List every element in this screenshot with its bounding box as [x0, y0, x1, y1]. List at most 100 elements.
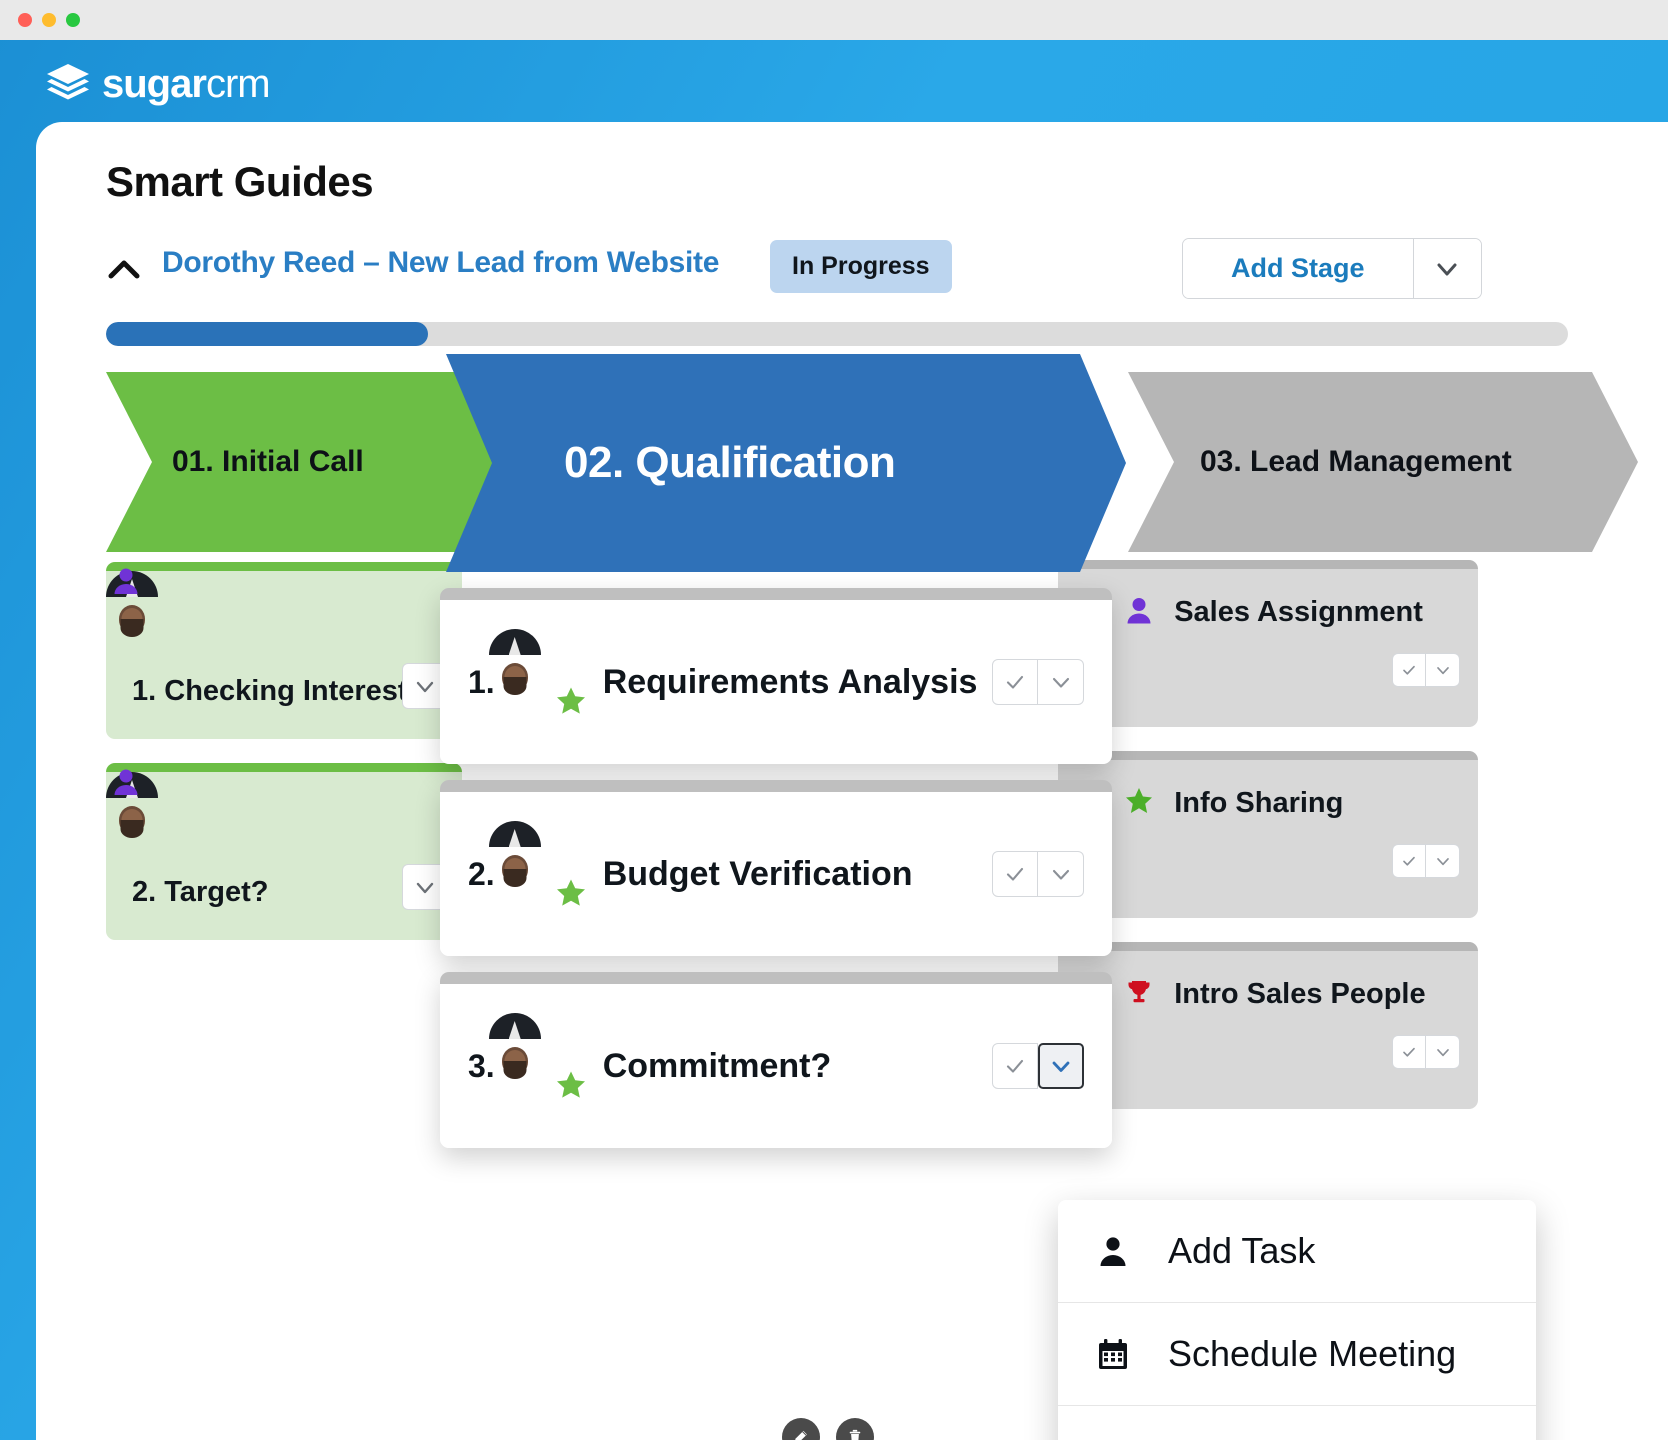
task-card[interactable]: 3. Commitment? [440, 972, 1112, 1148]
window-minimize-button[interactable] [42, 13, 56, 27]
check-icon[interactable] [992, 1043, 1038, 1089]
chevron-down-icon[interactable] [1038, 851, 1084, 897]
check-icon[interactable] [992, 659, 1038, 705]
star-icon [1124, 786, 1154, 821]
star-badge-icon [555, 685, 587, 717]
task-card[interactable]: 3. Intro Sales People [1058, 942, 1478, 1109]
check-icon[interactable] [1392, 1035, 1426, 1069]
check-icon[interactable] [1392, 653, 1426, 687]
task-title: Info Sharing [1174, 787, 1344, 819]
stage-chevron-lead-management[interactable]: 03. Lead Management [1128, 372, 1638, 552]
card-accent-bar [1058, 942, 1478, 951]
check-icon[interactable] [992, 851, 1038, 897]
card-body: 2. Target? [106, 769, 462, 940]
guide-header-row: Dorothy Reed – New Lead from Website In … [106, 238, 1586, 306]
card-accent-bar [1058, 751, 1478, 760]
task-header: 1. Sales Assignment [1080, 595, 1423, 630]
card-accent-bar [440, 588, 1112, 600]
chevron-down-icon[interactable] [1426, 1035, 1460, 1069]
add-stage-button[interactable]: Add Stage [1183, 239, 1413, 298]
chevron-down-icon-active[interactable] [1038, 1043, 1084, 1089]
task-header: 3. Intro Sales People [1080, 977, 1426, 1012]
stage-strip: 01. Initial Call 02. Qualification 03. L… [106, 372, 1606, 552]
card-action-buttons [782, 1418, 874, 1440]
task-card[interactable]: 1. Requirements Analysis [440, 588, 1112, 764]
task-card[interactable]: 2. Budget Verification [440, 780, 1112, 956]
task-title: Intro Sales People [1174, 978, 1426, 1010]
card-body: 2. Budget Verification [440, 792, 1112, 956]
brand-name-bold: sugar [102, 62, 207, 106]
chevron-down-icon[interactable] [1412, 239, 1481, 298]
calendar-icon [1092, 1333, 1134, 1375]
trash-icon[interactable] [836, 1418, 874, 1440]
stage-label: 01. Initial Call [172, 445, 364, 478]
task-number: 1. [468, 663, 495, 700]
menu-item-schedule-call[interactable]: Schedule Call [1058, 1406, 1536, 1440]
chevron-up-icon[interactable] [106, 254, 142, 286]
star-badge-icon [555, 877, 587, 909]
avatar [488, 1013, 585, 1098]
stage-chevron-qualification[interactable]: 02. Qualification [446, 354, 1126, 572]
card-accent-bar [1058, 560, 1478, 569]
avatar [488, 629, 585, 714]
task-title: 1. Checking Interest [132, 675, 408, 707]
stage-label: 02. Qualification [564, 438, 896, 487]
card-accent-bar [440, 972, 1112, 984]
window-close-button[interactable] [18, 13, 32, 27]
menu-item-label: Schedule Meeting [1168, 1333, 1457, 1374]
page-title: Smart Guides [106, 158, 374, 205]
menu-item-schedule-meeting[interactable]: Schedule Meeting [1058, 1303, 1536, 1406]
task-context-menu: Add Task Schedule Meeting [1058, 1200, 1536, 1440]
stage-chevron-initial-call[interactable]: 01. Initial Call [106, 372, 506, 552]
task-title: Commitment? [602, 1046, 832, 1085]
person-badge-icon [111, 565, 141, 595]
task-title: Requirements Analysis [602, 662, 978, 701]
chevron-down-icon[interactable] [1426, 653, 1460, 687]
card-body: 2. Info Sharing [1058, 760, 1478, 918]
star-badge-icon [555, 1069, 587, 1101]
brand-name: sugarcrm [102, 62, 271, 106]
check-icon[interactable] [1392, 844, 1426, 878]
chevron-down-icon[interactable] [1038, 659, 1084, 705]
app-window: sugarcrm Smart Guides Dorothy Reed – New… [0, 0, 1668, 1440]
window-titlebar [0, 0, 1668, 40]
card-accent-bar [440, 780, 1112, 792]
card-body: 1. Requirements Analysis [440, 600, 1112, 764]
card-body: 1. Checking Interest [106, 568, 462, 739]
brand-name-light: crm [205, 62, 271, 106]
task-actions [1392, 653, 1460, 687]
task-card[interactable]: 1. Checking Interest [106, 562, 462, 739]
window-zoom-button[interactable] [66, 13, 80, 27]
stage-label: 03. Lead Management [1200, 445, 1512, 478]
card-accent-bar [106, 763, 462, 772]
avatar [488, 821, 585, 906]
stacked-layers-icon [46, 63, 90, 105]
task-actions [992, 659, 1084, 705]
person-icon [1124, 595, 1154, 630]
person-badge-icon [111, 766, 141, 796]
guide-name-link[interactable]: Dorothy Reed – New Lead from Website [162, 246, 719, 280]
task-actions [992, 851, 1084, 897]
task-title: 2. Target? [132, 876, 269, 908]
person-icon [1092, 1230, 1134, 1272]
task-actions [992, 1043, 1084, 1089]
task-number: 3. [468, 1047, 495, 1084]
card-body: 3. Intro Sales People [1058, 951, 1478, 1109]
task-header: 2. Info Sharing [1080, 786, 1343, 821]
task-title: Sales Assignment [1174, 596, 1423, 628]
menu-item-add-task[interactable]: Add Task [1058, 1200, 1536, 1303]
phone-icon [1092, 1436, 1134, 1440]
card-accent-bar [106, 562, 462, 571]
task-header: 1. Requirements Analysis [468, 629, 978, 714]
task-card[interactable]: 2. Target? [106, 763, 462, 940]
brand-bar: sugarcrm [0, 40, 1668, 128]
task-header: 2. Budget Verification [468, 821, 913, 906]
task-header: 3. Commitment? [468, 1013, 832, 1098]
chevron-down-icon[interactable] [1426, 844, 1460, 878]
pencil-icon[interactable] [782, 1418, 820, 1440]
status-badge: In Progress [770, 240, 952, 293]
menu-item-label: Schedule Call [1168, 1436, 1390, 1440]
task-card[interactable]: 2. Info Sharing [1058, 751, 1478, 918]
task-number: 2. [468, 855, 495, 892]
task-card[interactable]: 1. Sales Assignment [1058, 560, 1478, 727]
